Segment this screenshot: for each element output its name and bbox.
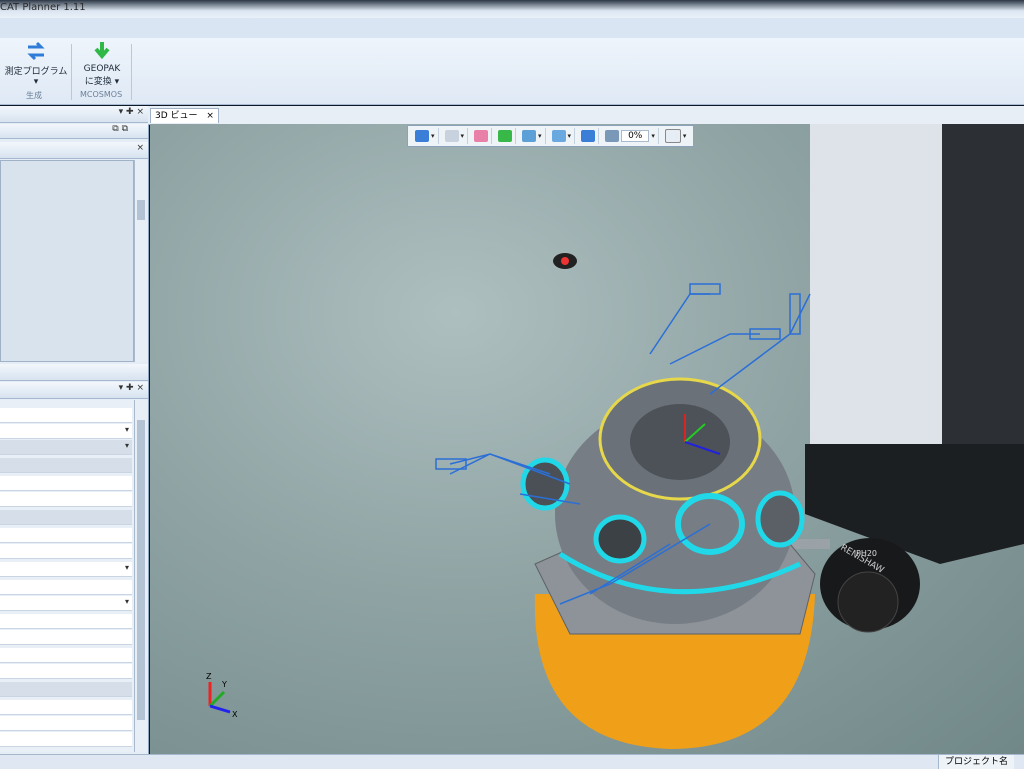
arrows-swap-icon (27, 41, 45, 61)
property-row[interactable] (0, 732, 132, 747)
tree-panel[interactable] (0, 160, 134, 362)
axis-x-label: X (232, 710, 238, 719)
subpanel-header: × (0, 142, 148, 159)
machine-icon (522, 130, 537, 142)
coordinate-system-button[interactable] (578, 128, 600, 144)
property-row[interactable] (0, 630, 132, 645)
panel-controls[interactable]: ▾ ✚ × (119, 383, 144, 393)
dropdown-arrow: ▾ (33, 77, 39, 87)
property-row[interactable] (0, 716, 132, 731)
geopak-label: GEOPAK (83, 64, 121, 74)
property-row[interactable]: ▾ (0, 440, 132, 455)
project-name-label: プロジェクト名 (937, 755, 1014, 769)
view-orientation-button[interactable]: ▾ (442, 128, 469, 144)
property-row[interactable] (0, 408, 132, 423)
show-solid-button[interactable] (495, 128, 517, 144)
left-dock: ▾ ✚ × ⧉ ⧉ × ▾ ✚ × ▾ ▾ ▾ ▾ (0, 106, 149, 756)
highlight-hole (593, 514, 647, 564)
3d-viewport[interactable]: RENISHAW PH20 Z Y X ▾ ▾ ▾ ▾ 0% ▾ ▾ (150, 124, 1024, 754)
view-cube-button[interactable]: ▾ (412, 128, 439, 144)
property-row[interactable] (0, 510, 132, 525)
property-row[interactable] (0, 544, 132, 559)
property-row[interactable]: ▾ (0, 562, 132, 577)
status-bar: プロジェクト名 (0, 754, 1024, 769)
shaded-solid-icon (474, 130, 489, 142)
convert-label: に変換 ▾ (84, 77, 120, 87)
panel-toolbar: ⧉ ⧉ (0, 124, 148, 139)
window-tile-icon[interactable]: ⧉ ⧉ (112, 124, 128, 134)
ribbon-separator (71, 44, 72, 100)
cube-icon (415, 130, 429, 142)
view-toolbar: ▾ ▾ ▾ ▾ 0% ▾ ▾ (407, 125, 695, 147)
property-row[interactable]: ▾ (0, 424, 132, 439)
axis-triad (208, 682, 231, 714)
properties-scrollbar[interactable] (134, 400, 147, 752)
top-bore (630, 404, 730, 480)
transparency-value[interactable]: 0% (621, 130, 650, 142)
property-row[interactable] (0, 580, 132, 595)
property-row[interactable] (0, 476, 132, 491)
panel-controls[interactable]: ▾ ✚ × (119, 107, 144, 117)
property-row[interactable] (0, 664, 132, 679)
transparency-button[interactable]: 0% ▾ (602, 128, 659, 144)
property-row[interactable] (0, 682, 132, 697)
property-row[interactable] (0, 614, 132, 629)
ribbon-tabs (0, 18, 1024, 39)
hide-shaded-button[interactable] (471, 128, 493, 144)
generate-program-button[interactable]: 測定プログラム ▾ (4, 40, 68, 87)
probe-head-mount (805, 444, 1024, 564)
group-mcosmos: MCOSMOS (80, 90, 123, 99)
property-row[interactable] (0, 648, 132, 663)
machine-view-button[interactable]: ▾ (519, 128, 546, 144)
app-title: CAT Planner 1.11 (0, 2, 86, 13)
group-generate: 生成 (26, 91, 42, 100)
property-row[interactable] (0, 458, 132, 473)
axis-y-label: Y (222, 680, 227, 689)
camera-icon (444, 130, 459, 142)
download-arrow-icon (94, 42, 110, 60)
tab-3d-view[interactable]: 3D ビュー × (150, 108, 219, 123)
transparency-icon (605, 130, 620, 142)
close-icon[interactable]: × (206, 111, 214, 121)
generate-program-label: 測定プログラム (4, 67, 68, 77)
section-view-button[interactable]: ▾ (549, 128, 576, 144)
title-bar: CAT Planner 1.11 (0, 0, 1024, 18)
section-icon (551, 130, 566, 142)
ribbon: 測定プログラム ▾ GEOPAK に変換 ▾ 生成 MCOSMOS (0, 38, 1024, 105)
property-row[interactable] (0, 700, 132, 715)
divider-bar[interactable] (0, 364, 148, 381)
property-row[interactable]: ▾ (0, 596, 132, 611)
convert-geopak-button[interactable]: GEOPAK に変換 ▾ (76, 40, 128, 87)
property-row[interactable] (0, 528, 132, 543)
target-marker-dot (561, 257, 569, 265)
tree-scrollbar[interactable] (134, 160, 147, 362)
probe-body (837, 571, 899, 633)
property-row[interactable] (0, 492, 132, 507)
panel-header-top: ▾ ✚ × (0, 106, 148, 123)
axis-z-label: Z (206, 672, 212, 681)
side-port (755, 490, 805, 548)
3d-scene: RENISHAW PH20 (435, 124, 1024, 749)
probe-model: PH20 (856, 549, 877, 558)
properties-grid: ▾ ▾ ▾ ▾ (0, 400, 134, 752)
ribbon-separator (131, 44, 132, 100)
column-shadow (942, 124, 1024, 454)
path-display-button[interactable]: ▾ (662, 128, 690, 144)
path-icon (664, 129, 681, 143)
viewport-tab-strip: 3D ビュー × (148, 106, 1024, 125)
close-icon[interactable]: × (136, 143, 144, 153)
green-solid-icon (498, 130, 513, 142)
coordinate-icon (581, 130, 596, 142)
tab-3d-view-label: 3D ビュー (155, 111, 198, 121)
properties-header: ▾ ✚ × (0, 382, 148, 399)
